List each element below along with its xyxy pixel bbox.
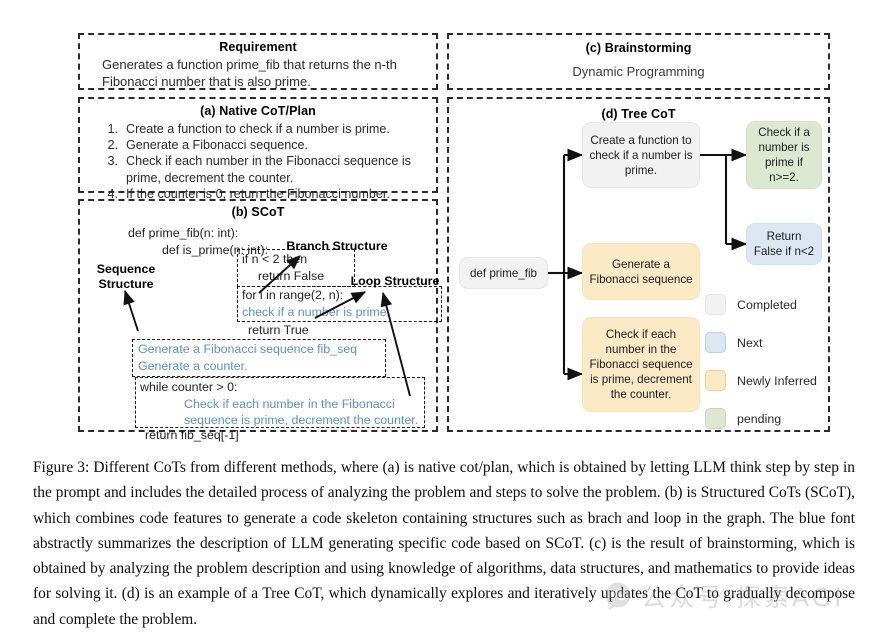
code-while-counter: while counter > 0:: [140, 380, 238, 394]
code-check-if-number-is-prime: check if a number is prime.: [242, 305, 391, 319]
requirement-panel: Requirement Generates a function prime_f…: [78, 33, 438, 90]
tree-cot-title: (d) Tree CoT: [601, 107, 676, 121]
sequence-structure-label: Sequence Structure: [82, 262, 170, 291]
brainstorming-idea: Dynamic Programming: [572, 64, 705, 79]
brainstorming-title: (c) Brainstorming: [585, 41, 692, 55]
list-item: 1. Create a function to check if a numbe…: [88, 121, 428, 137]
scot-title: (b) SCoT: [231, 205, 285, 219]
code-generate-fib-seq: Generate a Fibonacci sequence fib_seq: [138, 342, 358, 356]
code-check-each-line-1: Check if each number in the Fibonacci: [184, 397, 395, 411]
list-item: 3. Check if each number in the Fibonacci…: [88, 153, 428, 185]
figure-caption: Figure 3: Different CoTs from different …: [33, 459, 855, 628]
code-for-i-range: for i in range(2, n):: [242, 288, 344, 302]
step-text: Check if each number in the Fibonacci se…: [126, 154, 411, 185]
tree-node-generate-fibonacci[interactable]: Generate a Fibonacci sequence: [582, 243, 700, 300]
legend-label-newly-inferred: Newly Inferred: [737, 373, 817, 388]
branch-structure-label: Branch Structure: [286, 239, 388, 253]
step-text: Create a function to check if a number i…: [126, 122, 390, 136]
tree-node-return-false[interactable]: Return False if n<2: [746, 223, 822, 265]
scot-panel: (b) SCoT def prime_fib(n: int): def is_p…: [78, 199, 442, 442]
tree-node-root[interactable]: def prime_fib: [459, 257, 548, 289]
list-item: 2. Generate a Fibonacci sequence.: [88, 137, 428, 153]
legend-item-next: Next: [705, 332, 762, 353]
code-return-fib-seq: return fib_seq[-1]: [145, 428, 239, 442]
step-number: 2.: [107, 138, 118, 153]
native-cot-title: (a) Native CoT/Plan: [200, 104, 316, 118]
sequence-structure-label-line-1: Sequence: [96, 262, 156, 276]
requirement-line-1: Generates a function prime_fib that retu…: [102, 57, 397, 72]
native-cot-step-list: 1. Create a function to check if a numbe…: [88, 121, 428, 202]
code-generate-counter: Generate a counter.: [138, 359, 248, 373]
legend-label-completed: Completed: [737, 297, 797, 312]
tree-node-check-prime[interactable]: Check if a number is prime if n>=2.: [746, 121, 822, 189]
legend-swatch-next: [705, 332, 726, 353]
code-return-false: return False: [258, 269, 325, 283]
legend-item-newly-inferred: Newly Inferred: [705, 370, 817, 391]
loop-structure-label: Loop Structure: [350, 274, 440, 288]
requirement-body: Generates a function prime_fib that retu…: [90, 54, 426, 90]
tree-node-create-function[interactable]: Create a function to check if a number i…: [582, 122, 700, 188]
legend-swatch-newly-inferred: [705, 370, 726, 391]
tree-node-check-each[interactable]: Check if each number in the Fibonacci se…: [582, 317, 700, 412]
step-number: 3.: [107, 154, 118, 169]
step-number: 1.: [107, 122, 118, 136]
legend-item-completed: Completed: [705, 294, 797, 315]
legend-label-next: Next: [737, 335, 763, 350]
requirement-line-2: Fibonacci number that is also prime.: [102, 74, 311, 89]
legend-swatch-completed: [705, 294, 726, 315]
legend-swatch-pending: [705, 408, 726, 429]
requirement-title: Requirement: [219, 40, 297, 54]
step-text: Generate a Fibonacci sequence.: [126, 138, 309, 153]
tree-cot-panel: (d) Tree CoT def prime_fib Create a func…: [447, 97, 830, 432]
native-cot-panel: (a) Native CoT/Plan 1. Create a function…: [78, 97, 438, 201]
code-def-prime-fib: def prime_fib(n: int):: [128, 226, 239, 240]
legend-label-pending: pending: [737, 411, 782, 426]
brainstorming-panel: (c) Brainstorming Dynamic Programming: [447, 33, 830, 90]
legend-item-pending: pending: [705, 408, 781, 429]
code-return-true: return True: [248, 323, 309, 337]
sequence-structure-label-line-2: Structure: [98, 276, 154, 291]
